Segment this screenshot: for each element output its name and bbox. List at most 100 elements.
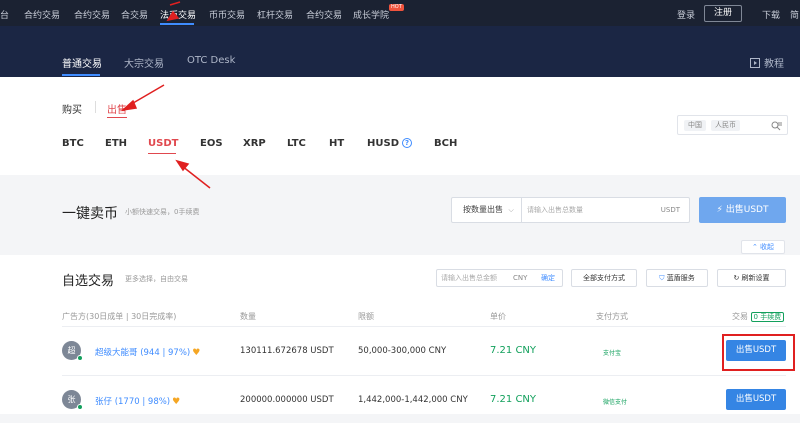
hot-badge: HOT xyxy=(389,4,404,11)
blue-shield-label: 蓝盾服务 xyxy=(666,274,695,282)
blue-shield-filter[interactable]: ⛉ 蓝盾服务 xyxy=(646,269,708,287)
quick-sell-form: 按数量出售 ⌵ 请输入出售总数量 USDT xyxy=(451,197,690,223)
quantity-cell: 200000.000000 USDT xyxy=(240,395,334,405)
sell-mode-select[interactable]: 按数量出售 ⌵ xyxy=(452,198,522,222)
custom-trade-subtitle: 更多选择，自由交易 xyxy=(125,275,188,283)
merchant-link[interactable]: 张仔 (1770 | 98%) ♥ xyxy=(95,395,180,407)
chevron-down-icon: ⌵ xyxy=(508,206,514,214)
amount-placeholder: 请输入出售总金额 xyxy=(441,274,497,282)
filter-search-icon xyxy=(771,121,782,131)
top-navigation: 台 合约交易 合约交易 合交易 法币交易 币币交易 杠杆交易 合约交易 成长学院… xyxy=(0,0,800,26)
tutorial-label: 教程 xyxy=(764,59,784,70)
coin-husd-label: HUSD xyxy=(367,138,399,149)
zero-fee-badge: 0 手续费 xyxy=(750,312,785,322)
row-divider xyxy=(62,326,786,327)
quick-sell-button-label: 出售USDT xyxy=(725,205,769,215)
amount-filter-input[interactable]: 请输入出售总金额 CNY 确定 xyxy=(436,269,563,287)
header-trade: 交易 0 手续费 xyxy=(732,311,785,322)
tutorial-icon xyxy=(750,57,760,68)
payment-alipay: 支付宝 xyxy=(603,350,622,357)
nav-margin-trading[interactable]: 杠杆交易 xyxy=(257,8,293,21)
tab-normal-trade[interactable]: 普通交易 xyxy=(62,55,102,70)
filter-panel: 购买 出售 BTC ETH USDT EOS XRP LTC HT HUSD? … xyxy=(0,77,800,175)
table-row: 超 超级大能哥 (944 | 97%) ♥ 130111.672678 USDT … xyxy=(62,334,786,374)
help-icon[interactable]: ? xyxy=(402,138,412,148)
sell-usdt-button[interactable]: 出售USDT xyxy=(726,389,786,410)
quick-sell-title: 一键卖币 xyxy=(62,206,118,222)
quick-sell-button[interactable]: ⚡ 出售USDT xyxy=(699,197,786,223)
nav-active-underline xyxy=(160,23,194,25)
shield-icon: ⛉ xyxy=(659,274,665,282)
heart-badge-icon: ♥ xyxy=(192,348,201,358)
buy-tab[interactable]: 购买 xyxy=(62,101,82,116)
coin-active-underline xyxy=(148,153,176,154)
nav-contract-2[interactable]: 合约交易 xyxy=(74,8,110,21)
amount-unit: CNY xyxy=(513,274,528,282)
online-status-icon xyxy=(77,355,83,361)
refresh-icon: ↻ xyxy=(733,274,740,282)
sell-active-underline xyxy=(107,117,127,118)
header-price: 单价 xyxy=(490,312,506,321)
header-limit: 限额 xyxy=(358,312,374,321)
highlight-box xyxy=(722,334,795,371)
login-link[interactable]: 登录 xyxy=(677,8,695,21)
chevron-up-icon: ⌃ xyxy=(751,243,758,251)
nav-contract-3[interactable]: 合交易 xyxy=(121,8,148,21)
limit-cell: 50,000-300,000 CNY xyxy=(358,346,447,356)
header-quantity: 数量 xyxy=(240,312,256,321)
lightning-icon: ⚡ xyxy=(716,205,723,215)
mode-divider xyxy=(95,101,96,113)
quantity-unit: USDT xyxy=(660,206,680,214)
refresh-settings-button[interactable]: ↻ 刷新设置 xyxy=(717,269,786,287)
download-link[interactable]: 下载 xyxy=(762,8,780,21)
nav-contract-1[interactable]: 合约交易 xyxy=(24,8,60,21)
collapse-button[interactable]: ⌃ 收起 xyxy=(741,240,785,254)
merchant-link[interactable]: 超级大能哥 (944 | 97%) ♥ xyxy=(95,346,200,358)
sub-navigation: 普通交易 大宗交易 OTC Desk 教程 xyxy=(0,26,800,77)
tab-block-trade[interactable]: 大宗交易 xyxy=(124,55,164,70)
header-trade-label: 交易 xyxy=(732,312,748,321)
heart-badge-icon: ♥ xyxy=(172,397,181,407)
sell-mode-label: 按数量出售 xyxy=(463,205,503,214)
region-chip: 中国 xyxy=(684,120,706,131)
tab-otc-desk[interactable]: OTC Desk xyxy=(187,55,235,66)
coin-eos[interactable]: EOS xyxy=(200,138,223,149)
header-advertiser: 广告方(30日成单 | 30日完成率) xyxy=(62,312,177,321)
sell-tab[interactable]: 出售 xyxy=(107,101,127,116)
quick-sell-subtitle: 小额快速交易，0手续费 xyxy=(125,208,200,216)
region-currency-selector[interactable]: 中国 人民币 xyxy=(677,115,788,135)
coin-ht[interactable]: HT xyxy=(329,138,344,149)
merchant-name: 张仔 (1770 | 98%) xyxy=(95,397,171,407)
amount-confirm-button[interactable]: 确定 xyxy=(541,270,555,286)
quantity-input[interactable]: 请输入出售总数量 xyxy=(527,198,583,222)
online-status-icon xyxy=(77,404,83,410)
coin-bch[interactable]: BCH xyxy=(434,138,457,149)
price-cell: 7.21 CNY xyxy=(490,394,537,405)
nav-fiat-trading[interactable]: 法币交易 xyxy=(160,8,196,21)
custom-trade-title: 自选交易 xyxy=(62,274,115,289)
nav-partial-right[interactable]: 简 xyxy=(790,8,799,21)
collapse-label: 收起 xyxy=(760,243,775,251)
row-divider xyxy=(62,375,786,376)
coin-xrp[interactable]: XRP xyxy=(243,138,266,149)
register-button[interactable]: 注册 xyxy=(704,5,742,22)
coin-btc[interactable]: BTC xyxy=(62,138,84,149)
coin-ltc[interactable]: LTC xyxy=(287,138,306,149)
currency-chip: 人民币 xyxy=(711,120,740,131)
nav-growth-academy[interactable]: 成长学院 xyxy=(353,8,389,21)
refresh-label: 刷新设置 xyxy=(741,274,770,282)
coin-eth[interactable]: ETH xyxy=(105,138,127,149)
custom-trade-panel: 自选交易 更多选择，自由交易 请输入出售总金额 CNY 确定 全部支付方式 ⛉ … xyxy=(0,255,800,414)
price-cell: 7.21 CNY xyxy=(490,345,537,356)
quantity-cell: 130111.672678 USDT xyxy=(240,346,334,356)
nav-partial-left[interactable]: 台 xyxy=(0,8,9,21)
nav-spot-trading[interactable]: 币币交易 xyxy=(209,8,245,21)
table-row: 张 张仔 (1770 | 98%) ♥ 200000.000000 USDT 1,… xyxy=(62,383,786,423)
tutorial-link[interactable]: 教程 xyxy=(750,55,784,70)
nav-contract-4[interactable]: 合约交易 xyxy=(306,8,342,21)
coin-usdt[interactable]: USDT xyxy=(148,138,178,149)
tab-active-underline xyxy=(62,74,100,76)
payment-method-filter[interactable]: 全部支付方式 xyxy=(571,269,637,287)
payment-wechat: 微信支付 xyxy=(603,399,628,406)
coin-husd[interactable]: HUSD? xyxy=(367,138,412,149)
